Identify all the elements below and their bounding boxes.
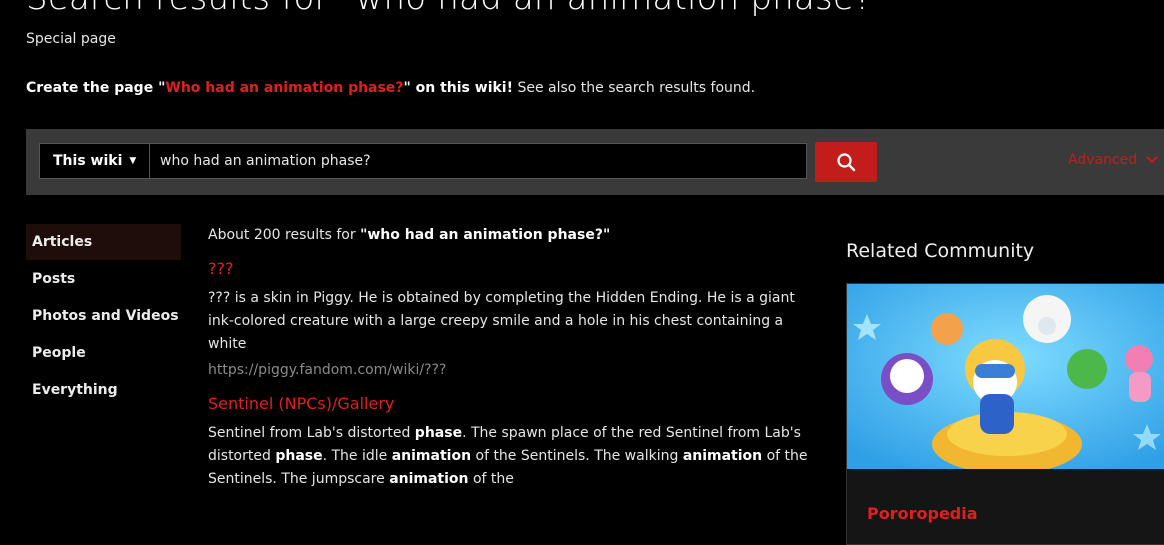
snippet-highlight: animation: [389, 471, 469, 487]
community-image: [847, 284, 1164, 469]
scope-label: This wiki: [53, 153, 123, 169]
snippet-text: of the: [468, 471, 514, 487]
snippet-text: of the Sentinels. The walking: [471, 448, 683, 464]
snippet-highlight: phase: [414, 425, 463, 441]
result-snippet: Sentinel from Lab's distorted phase. The…: [208, 422, 808, 491]
snippet-highlight: animation: [391, 448, 472, 464]
search-results: About 200 results for "who had an animat…: [208, 224, 808, 491]
sidebar-item-people[interactable]: People: [26, 335, 181, 371]
sidebar-item-everything[interactable]: Everything: [26, 372, 181, 408]
result-snippet: ??? is a skin in Piggy. He is obtained b…: [208, 290, 795, 352]
search-input[interactable]: who had an animation phase?: [160, 144, 371, 178]
community-card[interactable]: Pororopedia: [846, 283, 1164, 545]
result-url[interactable]: https://piggy.fandom.com/wiki/???: [208, 362, 808, 378]
result-count-prefix: About 200 results for: [208, 227, 361, 243]
create-suffix: " on this wiki!: [403, 80, 513, 96]
snippet-text: Sentinel from Lab's distorted: [208, 425, 415, 441]
chevron-down-icon: [1145, 156, 1158, 164]
advanced-label: Advanced: [1068, 152, 1138, 168]
sidebar-item-articles[interactable]: Articles: [26, 224, 181, 260]
sidebar-item-posts[interactable]: Posts: [26, 261, 181, 297]
search-button[interactable]: [815, 142, 877, 182]
search-bar-band: This wiki ▼ who had an animation phase? …: [26, 129, 1164, 195]
create-page-link[interactable]: Who had an animation phase?: [165, 80, 403, 96]
advanced-search-toggle[interactable]: Advanced: [1068, 152, 1158, 168]
see-also-text: See also the search results found.: [513, 80, 756, 96]
sidebar-item-photos-videos[interactable]: Photos and Videos: [26, 298, 181, 334]
result-title-link[interactable]: Sentinel (NPCs)/Gallery: [208, 394, 808, 413]
page-subtitle: Special page: [26, 31, 116, 47]
result-item: Sentinel (NPCs)/Gallery Sentinel from La…: [208, 394, 808, 491]
search-box: This wiki ▼ who had an animation phase?: [39, 143, 807, 179]
snippet-text: . The idle: [322, 448, 392, 464]
create-page-notice: Create the page "Who had an animation ph…: [26, 80, 755, 96]
create-prefix: Create the page ": [26, 80, 166, 96]
search-icon: [837, 153, 856, 172]
snippet-highlight: phase: [275, 448, 323, 464]
related-community-heading: Related Community: [846, 240, 1035, 262]
scope-dropdown[interactable]: This wiki ▼: [40, 144, 150, 178]
page-title: Search results for "who had an animation…: [26, 0, 888, 18]
snippet-highlight: animation: [682, 448, 763, 464]
caret-down-icon: ▼: [129, 156, 137, 166]
result-title-link[interactable]: ???: [208, 259, 808, 278]
result-count-query: "who had an animation phase?": [360, 227, 611, 243]
result-type-sidebar: Articles Posts Photos and Videos People …: [26, 224, 181, 409]
result-item: ??? ??? is a skin in Piggy. He is obtain…: [208, 259, 808, 378]
community-name-link[interactable]: Pororopedia: [867, 504, 978, 523]
result-count: About 200 results for "who had an animat…: [208, 227, 808, 243]
